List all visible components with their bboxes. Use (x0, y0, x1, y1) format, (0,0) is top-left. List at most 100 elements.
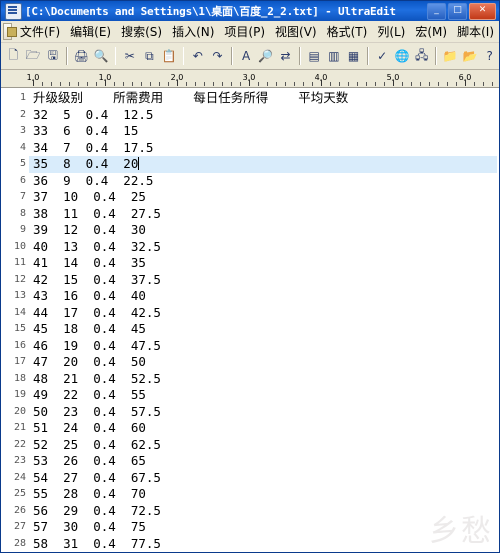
menu-item-file[interactable]: 文件(F) (15, 21, 65, 42)
line-number: 17 (13, 356, 26, 367)
code-line[interactable]: 42 15 0.4 37.5 (29, 272, 497, 289)
column-mode-icon[interactable]: ▥ (325, 45, 344, 67)
bookmark-icon-glyph: ▤ (308, 49, 320, 63)
ultraedit-window: [C:\Documents and Settings\1\桌面\百度_2_2.t… (0, 0, 500, 553)
code-line[interactable]: 43 16 0.4 40 (29, 288, 497, 305)
toolbar-separator (298, 47, 301, 65)
code-line[interactable]: 39 12 0.4 30 (29, 222, 497, 239)
menu-item-format[interactable]: 格式(T) (322, 21, 373, 42)
code-line[interactable]: 56 29 0.4 72.5 (29, 503, 497, 520)
code-line[interactable]: 升级级别 所需费用 每日任务所得 平均天数 (29, 90, 497, 107)
code-line[interactable]: 35 8 0.4 20 (29, 156, 497, 173)
line-number: 9 (19, 224, 26, 235)
code-line[interactable]: 36 9 0.4 22.5 (29, 173, 497, 190)
menu-item-edit[interactable]: 编辑(E) (65, 21, 116, 42)
ruler-tick-minor (384, 82, 385, 86)
code-text[interactable]: 升级级别 所需费用 每日任务所得 平均天数 32 5 0.4 12.5 33 6 0… (29, 88, 497, 552)
code-line[interactable]: 41 14 0.4 35 (29, 255, 497, 272)
code-line[interactable]: 40 13 0.4 32.5 (29, 239, 497, 256)
cut-icon[interactable]: ✂ (120, 45, 139, 67)
menu-item-view[interactable]: 视图(V) (270, 21, 322, 42)
menu-item-script[interactable]: 脚本(I) (452, 21, 499, 42)
line-number: 26 (13, 504, 26, 516)
line-number: 16 (13, 339, 26, 351)
text-caret (138, 157, 140, 170)
ruler-tick-minor (492, 82, 493, 86)
code-line[interactable]: 32 5 0.4 12.5 (29, 107, 497, 124)
new-file-icon[interactable]: 🗋 (4, 45, 23, 67)
code-line[interactable]: 57 30 0.4 75 (29, 519, 497, 536)
code-line[interactable]: 38 11 0.4 27.5 (29, 206, 497, 223)
code-line[interactable]: 37 10 0.4 25 (29, 189, 497, 206)
undo-icon-glyph: ↶ (192, 49, 203, 63)
redo-icon[interactable]: ↷ (208, 45, 227, 67)
ruler-tick-minor (375, 82, 376, 86)
editor-area[interactable]: 1 2 3 4 5 6 7 8 9 10 11 12 13 14 15 16 17 18 19 20 21 22 23 24 2… (1, 88, 499, 552)
ftp-icon[interactable]: 🖧 (412, 45, 431, 67)
find-icon[interactable]: 🔎 (256, 45, 275, 67)
toolbar-separator (366, 47, 369, 65)
code-line[interactable]: 53 26 0.4 65 (29, 453, 497, 470)
ruler-tick (393, 80, 394, 86)
code-line[interactable]: 50 23 0.4 57.5 (29, 404, 497, 421)
code-line[interactable]: 48 21 0.4 52.5 (29, 371, 497, 388)
code-line-text: 48 21 0.4 52.5 (33, 370, 161, 386)
ruler-tick-minor (348, 82, 349, 86)
spell-check-icon[interactable]: ✓ (373, 45, 392, 67)
ruler-tick-minor (330, 82, 331, 86)
title-bar: [C:\Documents and Settings\1\桌面\百度_2_2.t… (1, 1, 499, 21)
code-line[interactable]: 49 22 0.4 55 (29, 387, 497, 404)
print-icon[interactable]: 🖨 (72, 45, 91, 67)
code-line-text: 46 19 0.4 47.5 (33, 337, 161, 353)
open-file-icon[interactable]: 🗁 (24, 45, 43, 67)
ruler-tick-minor (285, 82, 286, 86)
line-number: 12 (13, 273, 26, 285)
ultraedit-logo-icon (3, 23, 17, 40)
folder-open-icon[interactable]: 📂 (461, 45, 480, 67)
copy-icon[interactable]: ⧉ (140, 45, 159, 67)
undo-icon[interactable]: ↶ (188, 45, 207, 67)
code-line[interactable]: 33 6 0.4 15 (29, 123, 497, 140)
code-line[interactable]: 47 20 0.4 50 (29, 354, 497, 371)
replace-icon[interactable]: ⇄ (276, 45, 295, 67)
line-number: 25 (13, 488, 26, 499)
help-icon[interactable]: ? (480, 45, 499, 67)
code-line[interactable]: 54 27 0.4 67.5 (29, 470, 497, 487)
ruler-tick-minor (114, 82, 115, 86)
ruler-tick-minor (240, 82, 241, 86)
line-number: 5 (19, 158, 26, 169)
web-icon[interactable]: 🌐 (393, 45, 412, 67)
menu-item-insert[interactable]: 插入(N) (167, 21, 219, 42)
print-preview-icon[interactable]: 🔍 (92, 45, 111, 67)
paste-icon-glyph: 📋 (161, 49, 177, 63)
menu-item-column[interactable]: 列(L) (372, 21, 410, 42)
ruler-tick-minor (231, 82, 232, 86)
ruler-tick (465, 80, 466, 86)
minimize-button[interactable]: _ (427, 2, 446, 20)
bookmark-icon[interactable]: ▤ (305, 45, 324, 67)
ruler-tick-minor (132, 82, 133, 86)
code-line[interactable]: 34 7 0.4 17.5 (29, 140, 497, 157)
menu-item-macro[interactable]: 宏(M) (410, 21, 452, 42)
save-file-icon[interactable]: 🖫 (43, 45, 62, 67)
paste-icon[interactable]: 📋 (160, 45, 179, 67)
bold-a-icon[interactable]: A (237, 45, 256, 67)
code-line[interactable]: 44 17 0.4 42.5 (29, 305, 497, 322)
code-line-text: 44 17 0.4 42.5 (33, 304, 161, 320)
code-line[interactable]: 46 19 0.4 47.5 (29, 338, 497, 355)
code-line[interactable]: 55 28 0.4 70 (29, 486, 497, 503)
code-line[interactable]: 45 18 0.4 45 (29, 321, 497, 338)
folder-yellow-icon[interactable]: 📁 (441, 45, 460, 67)
folder-yellow-icon-glyph: 📁 (442, 49, 458, 63)
close-button[interactable]: ✕ (469, 2, 496, 20)
code-line[interactable]: 51 24 0.4 60 (29, 420, 497, 437)
maximize-button[interactable]: □ (448, 2, 467, 20)
code-line-text: 35 8 0.4 20 (33, 156, 139, 171)
menu-item-search[interactable]: 搜索(S) (116, 21, 167, 42)
web-icon-glyph: 🌐 (394, 49, 410, 63)
code-line[interactable]: 52 25 0.4 62.5 (29, 437, 497, 454)
line-number: 19 (13, 389, 26, 400)
menu-item-project[interactable]: 项目(P) (219, 21, 270, 42)
hex-mode-icon[interactable]: ▦ (344, 45, 363, 67)
code-line[interactable]: 58 31 0.4 77.5 (29, 536, 497, 553)
